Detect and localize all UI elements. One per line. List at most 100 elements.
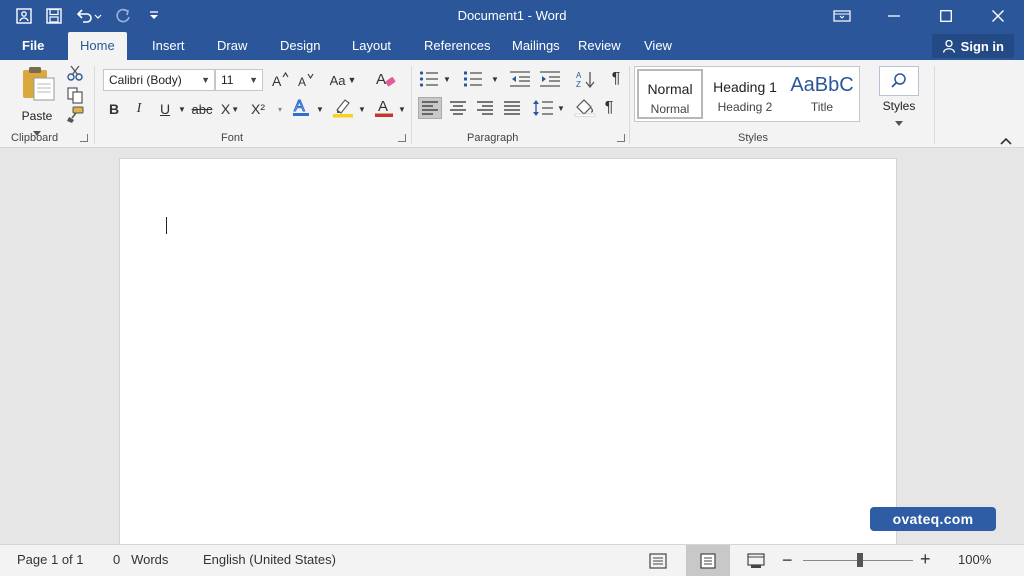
chevron-down-icon[interactable]: ▼ xyxy=(357,98,367,120)
line-spacing-icon[interactable] xyxy=(531,97,555,119)
tab-file[interactable]: File xyxy=(10,32,56,60)
language-indicator[interactable]: English (United States) xyxy=(203,552,336,567)
shrink-font-icon[interactable]: A xyxy=(296,69,316,91)
document-area xyxy=(0,148,1024,558)
ribbon-tabs: File Home Insert Draw Design Layout Refe… xyxy=(0,32,1024,60)
search-icon xyxy=(891,73,906,88)
svg-text:A: A xyxy=(576,71,582,80)
tab-layout[interactable]: Layout xyxy=(340,32,403,60)
tab-view[interactable]: View xyxy=(632,32,684,60)
chevron-down-icon[interactable]: ▼ xyxy=(177,98,187,120)
paste-label: Paste xyxy=(21,109,53,123)
paragraph-mark-icon[interactable]: ¶ xyxy=(599,97,619,119)
tab-design[interactable]: Design xyxy=(268,32,332,60)
grow-font-icon[interactable]: A xyxy=(270,69,290,91)
styles-button-label: Styles xyxy=(882,99,916,113)
read-mode-icon[interactable] xyxy=(636,545,680,576)
page-count[interactable]: Page 1 of 1 xyxy=(17,552,84,567)
format-painter-icon[interactable] xyxy=(66,106,84,129)
sort-icon[interactable]: AZ xyxy=(575,68,597,90)
style-normal-main: Normal xyxy=(647,81,693,97)
bold-button[interactable]: B xyxy=(104,98,124,120)
chevron-down-icon: ▼ xyxy=(249,75,258,85)
align-left-icon[interactable] xyxy=(418,97,442,119)
chevron-down-icon xyxy=(895,121,903,126)
italic-button[interactable]: I xyxy=(130,98,148,120)
clipboard-launcher-icon[interactable] xyxy=(80,134,88,142)
maximize-icon[interactable] xyxy=(920,0,972,32)
minimize-icon[interactable] xyxy=(868,0,920,32)
tab-references[interactable]: References xyxy=(412,32,502,60)
font-size-value: 11 xyxy=(221,73,234,87)
zoom-level[interactable]: 100% xyxy=(958,552,991,567)
tab-draw[interactable]: Draw xyxy=(205,32,259,60)
chevron-down-icon[interactable]: ▼ xyxy=(397,98,407,120)
styles-search-box xyxy=(879,66,919,96)
close-icon[interactable] xyxy=(972,0,1024,32)
underline-button[interactable]: U xyxy=(155,98,175,120)
sign-in-label: Sign in xyxy=(960,38,1004,54)
paragraph-group-label: Paragraph xyxy=(467,132,519,144)
tab-home[interactable]: Home xyxy=(68,32,127,60)
svg-text:Z: Z xyxy=(576,80,581,88)
document-page[interactable] xyxy=(119,158,897,558)
text-cursor xyxy=(166,217,167,234)
increase-indent-icon[interactable] xyxy=(538,68,562,90)
tab-insert[interactable]: Insert xyxy=(140,32,197,60)
decrease-indent-icon[interactable] xyxy=(508,68,532,90)
zoom-in-icon[interactable]: + xyxy=(920,550,931,568)
svg-text:A: A xyxy=(378,98,388,115)
tab-mailings[interactable]: Mailings xyxy=(500,32,572,60)
shading-icon[interactable] xyxy=(573,96,597,118)
zoom-out-icon[interactable]: − xyxy=(782,551,793,569)
styles-pane-button[interactable]: Styles xyxy=(873,66,925,131)
chevron-down-icon[interactable]: ▼ xyxy=(442,68,452,90)
align-right-icon[interactable] xyxy=(473,97,497,119)
chevron-down-icon: ▼ xyxy=(347,75,357,85)
strikethrough-button[interactable]: abc xyxy=(190,98,214,120)
print-layout-icon[interactable] xyxy=(686,545,730,576)
clipboard-paste-icon xyxy=(23,67,55,101)
chevron-down-icon[interactable]: ▼ xyxy=(315,98,325,120)
subscript-label: X xyxy=(220,101,231,117)
justify-icon[interactable] xyxy=(500,97,524,119)
change-case-button[interactable]: Aa ▼ xyxy=(328,69,358,91)
subscript-button[interactable]: X ▼ xyxy=(219,98,241,120)
style-title[interactable]: AaBbC Title xyxy=(785,69,859,119)
style-heading[interactable]: Heading 1 Heading 2 xyxy=(707,69,783,119)
style-heading1-label: Heading 1 xyxy=(713,79,777,95)
bullets-icon[interactable] xyxy=(418,68,440,90)
superscript-button[interactable]: X² xyxy=(247,98,269,120)
highlight-icon[interactable] xyxy=(330,96,356,118)
zoom-slider-thumb[interactable] xyxy=(857,553,863,567)
tab-review[interactable]: Review xyxy=(566,32,633,60)
text-effects-icon[interactable]: A xyxy=(290,96,314,118)
font-color-icon[interactable]: A xyxy=(372,96,396,118)
svg-text:A: A xyxy=(294,98,305,115)
word-count-value: 0 xyxy=(113,552,121,567)
web-layout-icon[interactable] xyxy=(734,545,778,576)
font-launcher-icon[interactable] xyxy=(398,134,406,142)
cut-icon[interactable] xyxy=(66,64,84,87)
word-count-label: Words xyxy=(131,552,169,567)
group-separator xyxy=(934,66,935,144)
font-group-label: Font xyxy=(221,132,244,144)
font-name-combo[interactable]: Calibri (Body) ▼ xyxy=(103,69,215,91)
group-separator xyxy=(411,66,412,144)
chevron-down-icon[interactable]: ▼ xyxy=(556,97,566,119)
chevron-down-icon[interactable]: ▼ xyxy=(490,68,500,90)
watermark-badge: ovateq.com xyxy=(870,507,996,531)
style-heading2-label: Heading 2 xyxy=(717,100,773,114)
paste-button[interactable]: Paste xyxy=(14,64,60,141)
numbering-icon[interactable] xyxy=(462,68,484,90)
paragraph-launcher-icon[interactable] xyxy=(617,134,625,142)
align-center-icon[interactable] xyxy=(446,97,470,119)
clear-formatting-icon[interactable]: A xyxy=(374,68,398,90)
word-count[interactable]: 0 Words xyxy=(113,552,168,567)
ribbon-display-options-icon[interactable] xyxy=(816,0,868,32)
style-normal[interactable]: Normal Normal xyxy=(637,69,703,119)
chevron-down-icon: ▼ xyxy=(231,104,240,114)
sign-in-button[interactable]: Sign in xyxy=(931,34,1014,58)
show-formatting-marks-icon[interactable]: ¶ xyxy=(606,68,626,90)
font-size-combo[interactable]: 11 ▼ xyxy=(215,69,263,91)
